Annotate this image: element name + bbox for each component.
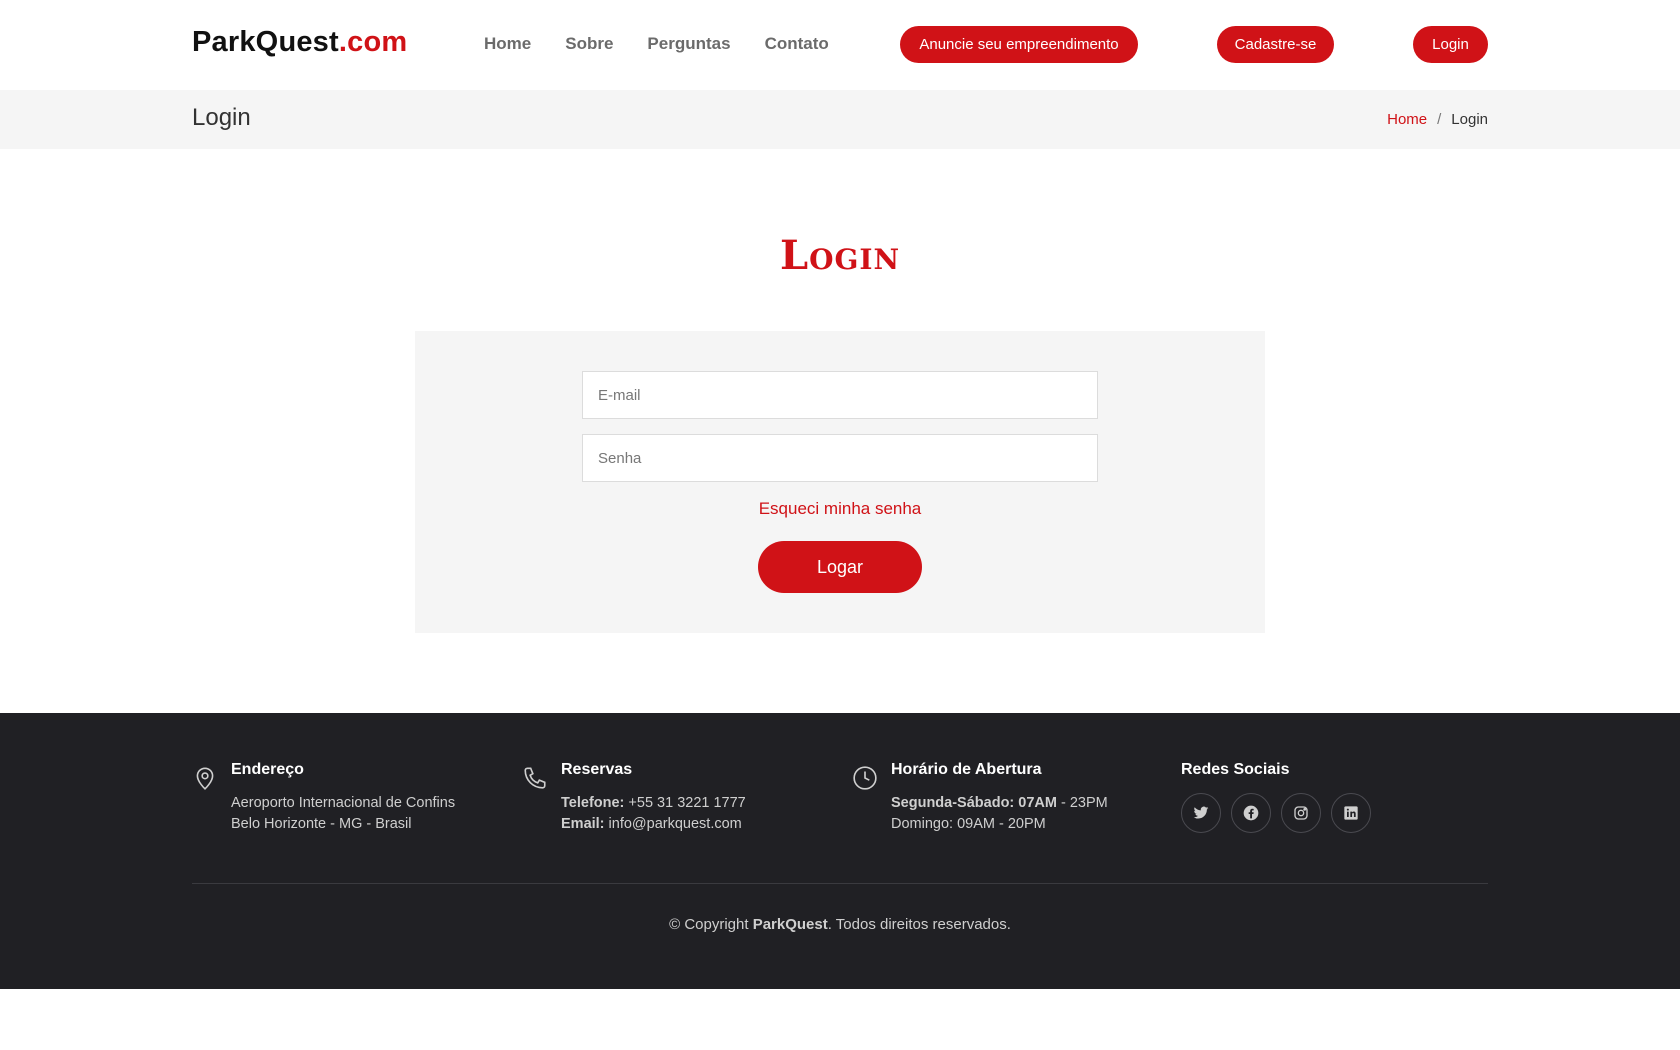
footer-reservas-title: Reservas [561, 761, 633, 778]
cadastre-button[interactable]: Cadastre-se [1217, 26, 1334, 63]
weekday-label: Segunda-Sábado: [891, 795, 1015, 811]
footer-address-line1: Aeroporto Internacional de Confins [231, 795, 456, 811]
forgot-password-link[interactable]: Esqueci minha senha [415, 499, 1265, 519]
clock-icon [852, 765, 878, 791]
site-logo[interactable]: ParkQuest.com [192, 26, 407, 59]
submit-login-button[interactable]: Logar [758, 541, 922, 593]
logo-main: ParkQuest [192, 26, 339, 58]
login-form-panel: Esqueci minha senha Logar [415, 331, 1265, 633]
login-heading: Login [779, 232, 901, 279]
nav-contato[interactable]: Contato [765, 34, 829, 54]
sunday-hours: Domingo: 09AM - 20PM [891, 816, 1046, 832]
footer-hours: Horário de Abertura Segunda-Sábado: 07AM… [852, 761, 1108, 835]
social-links [1181, 793, 1371, 833]
copyright-text: © Copyright ParkQuest. Todos direitos re… [0, 916, 1680, 933]
facebook-icon[interactable] [1231, 793, 1271, 833]
logo-suffix: .com [338, 26, 408, 58]
breadcrumb-bar: Login Home / Login [0, 90, 1680, 149]
page-title: Login [192, 104, 251, 131]
copyright-suffix: . Todos direitos reservados. [827, 916, 1011, 933]
footer-address: Endereço Aeroporto Internacional de Conf… [192, 761, 455, 835]
site-header: ParkQuest.com Home Sobre Perguntas Conta… [0, 0, 1680, 90]
footer-social: Redes Sociais [1181, 761, 1371, 833]
email-label: Email: [561, 816, 605, 832]
footer-social-title: Redes Sociais [1181, 761, 1290, 778]
breadcrumb-current: Login [1451, 111, 1488, 128]
footer-reservas: Reservas Telefone: +55 31 3221 1777 Emai… [522, 761, 746, 835]
phone-icon [522, 765, 548, 791]
nav-home[interactable]: Home [484, 34, 531, 54]
linkedin-icon[interactable] [1331, 793, 1371, 833]
footer-hours-title: Horário de Abertura [891, 761, 1042, 778]
breadcrumb-home-link[interactable]: Home [1387, 111, 1427, 128]
weekday-close: - 23PM [1061, 795, 1108, 811]
password-field[interactable] [582, 434, 1098, 482]
phone-value[interactable]: +55 31 3221 1777 [628, 795, 745, 811]
breadcrumb-separator: / [1437, 111, 1442, 128]
instagram-icon[interactable] [1281, 793, 1321, 833]
twitter-icon[interactable] [1181, 793, 1221, 833]
footer-divider [192, 883, 1488, 884]
copyright-brand: ParkQuest [752, 916, 828, 933]
login-button[interactable]: Login [1413, 26, 1488, 63]
footer-address-line2: Belo Horizonte - MG - Brasil [231, 816, 412, 832]
nav-sobre[interactable]: Sobre [565, 34, 613, 54]
copyright-prefix: © Copyright [669, 916, 749, 933]
anuncie-button[interactable]: Anuncie seu empreendimento [900, 26, 1138, 63]
footer-address-title: Endereço [231, 761, 304, 778]
map-pin-icon [192, 765, 218, 791]
nav-perguntas[interactable]: Perguntas [647, 34, 730, 54]
main-nav: Home Sobre Perguntas Contato [484, 34, 829, 54]
site-footer: Endereço Aeroporto Internacional de Conf… [0, 713, 1680, 989]
weekday-open: 07AM [1018, 795, 1057, 811]
phone-label: Telefone: [561, 795, 625, 811]
breadcrumb: Home / Login [1387, 111, 1488, 128]
email-value[interactable]: info@parkquest.com [609, 816, 742, 832]
email-field[interactable] [582, 371, 1098, 419]
